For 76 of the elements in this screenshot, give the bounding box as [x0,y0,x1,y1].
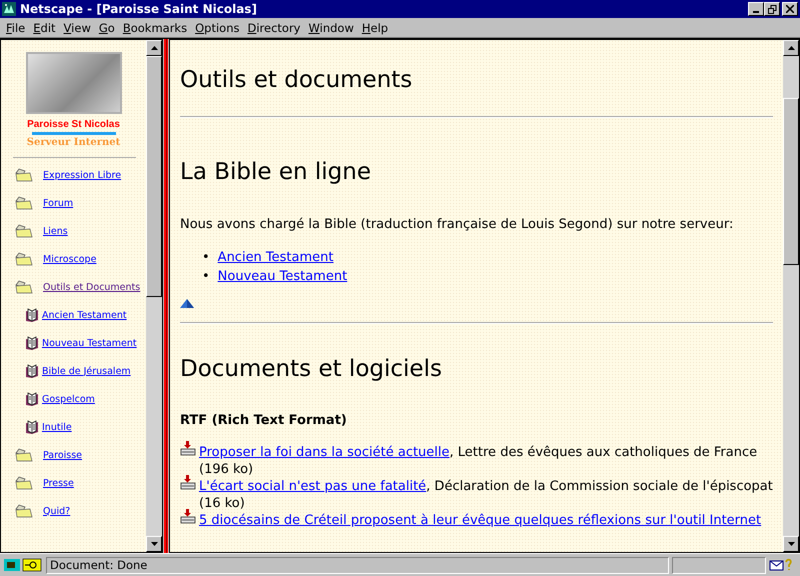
security-key-icon[interactable] [3,558,43,572]
restore-button[interactable] [764,2,780,16]
bullet: • [202,249,210,267]
logo-title: Paroisse St Nicolas [27,119,120,130]
sidebar-link[interactable]: Ancien Testament [42,310,127,320]
folder-icon [15,252,33,266]
book-icon [25,420,40,434]
sidebar-link[interactable]: Paroisse [43,450,82,460]
up-arrow-icon [788,46,794,50]
folder-icon [15,476,33,490]
scroll-thumb[interactable] [146,56,162,297]
menu-item[interactable]: Bookmarks [118,20,192,34]
down-arrow-icon [150,542,158,546]
section-heading: La Bible en ligne [180,158,372,186]
sidebar-link[interactable]: Microscope [43,254,96,264]
scroll-thumb[interactable] [783,98,799,265]
sidebar-link[interactable]: Forum [43,198,74,208]
menu-item[interactable]: Directory [243,20,304,34]
bible-link[interactable]: Nouveau Testament [218,267,348,286]
download-entry: L'écart social n'est pas une fatalité, Déclaration de la Commission sociale de l'épiscopat (16 ko) [199,478,773,512]
menu-item[interactable]: Go [94,20,119,34]
app-logo-icon [2,2,16,16]
download-icon [180,475,197,490]
status-text: Document: Done [46,556,669,574]
section-heading: Documents et logiciels [180,355,443,383]
up-arrow-icon [150,46,158,50]
sidebar-link[interactable]: Liens [43,226,68,236]
logo-subtitle: Serveur Internet [26,137,120,148]
sidebar-link[interactable]: Bible de Jérusalem [42,366,131,376]
intro-text: Nous avons chargé la Bible (traduction française de Louis Segond) sur notre serveur: [180,216,734,233]
document-link[interactable]: 5 diocésains de Créteil proposent à leur évêque quelques réflexions sur l'outil Internet [199,512,762,529]
folder-icon [15,196,33,210]
scroll-down-button[interactable] [146,536,162,552]
scroll-down-button[interactable] [783,536,799,552]
minimize-button[interactable] [748,2,764,16]
sidebar-link[interactable]: Quid? [43,506,70,516]
menu-item[interactable]: Help [358,20,392,34]
scrollbar[interactable] [146,40,162,552]
scroll-up-button[interactable] [783,40,799,56]
menu-item[interactable]: Edit [29,20,60,34]
subheading: RTF (Rich Text Format) [180,412,348,429]
document-link[interactable]: Proposer la foi dans la société actuelle [199,445,450,460]
document-link[interactable]: L'écart social n'est pas une fatalité [199,479,426,494]
download-icon [180,441,197,456]
menu-item[interactable]: View [60,20,95,34]
window-title: Netscape - [Paroisse Saint Nicolas] [20,2,258,16]
restore-icon [768,4,776,14]
menu-item[interactable]: Window [304,20,358,34]
book-icon [25,364,40,378]
bullet: • [202,268,210,286]
down-arrow-icon [788,542,794,546]
folder-icon [15,280,33,294]
scroll-up-button[interactable] [146,40,162,56]
sidebar-link[interactable]: Nouveau Testament [42,338,137,348]
download-icon [180,509,197,524]
page-title: Outils et documents [180,66,414,94]
menu-item[interactable]: Options [191,20,244,34]
folder-icon [15,448,33,462]
download-entry: Proposer la foi dans la société actuelle, Lettre des évêques aux catholiques de France (196 ko) [199,444,758,478]
book-icon [25,392,40,406]
bible-link[interactable]: Ancien Testament [218,248,334,267]
up-arrow-icon[interactable] [180,299,194,308]
sidebar-link[interactable]: Gospelcom [42,394,95,404]
folder-icon [15,504,33,518]
menu-item[interactable]: File [2,20,30,34]
book-icon [25,336,40,350]
sidebar-link[interactable]: Inutile [42,422,72,432]
folder-icon [15,168,33,182]
sidebar-link[interactable]: Outils et Documents [43,282,140,292]
close-button[interactable] [782,2,798,16]
close-icon [786,5,794,13]
book-icon [25,308,40,322]
sidebar-link[interactable]: Expression Libre [43,170,122,180]
folder-icon [15,224,33,238]
scrollbar[interactable] [783,40,799,552]
sidebar-link[interactable]: Presse [43,478,74,488]
